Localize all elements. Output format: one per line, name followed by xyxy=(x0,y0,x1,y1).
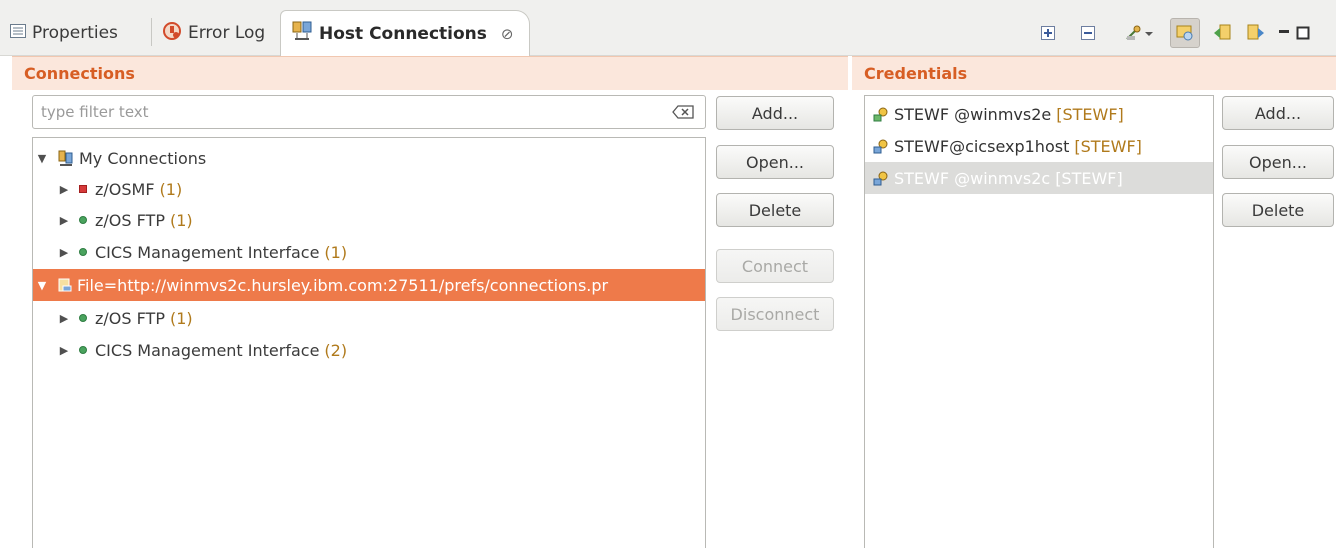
red-square-icon xyxy=(79,185,87,193)
close-icon[interactable]: ⊘ xyxy=(501,25,514,43)
credential-label: STEWF@cicsexp1host xyxy=(894,136,1070,156)
tree-node-label: File=http://winmvs2c.hursley.ibm.com:275… xyxy=(77,275,609,295)
credential-item-selected[interactable]: STEWF @winmvs2c [STEWF] xyxy=(865,162,1213,194)
tree-node-count: (1) xyxy=(159,179,183,199)
export-icon[interactable] xyxy=(1244,21,1268,45)
tree-node-label: CICS Management Interface xyxy=(95,340,320,360)
tree-node-count: (1) xyxy=(169,210,193,230)
tree-node-count: (1) xyxy=(169,308,193,328)
open-connection-button[interactable]: Open... xyxy=(716,145,834,179)
tab-error-log-label: Error Log xyxy=(188,23,266,43)
tree-node-zos-ftp[interactable]: ▶ z/OS FTP (1) xyxy=(33,204,705,236)
tree-node-cics-management-interface[interactable]: ▶ CICS Management Interface (2) xyxy=(33,334,705,366)
tree-node-count: (2) xyxy=(324,340,348,360)
import-icon[interactable] xyxy=(1210,21,1234,45)
expanded-arrow-icon[interactable]: ▼ xyxy=(35,279,49,292)
tree-node-label: z/OS FTP xyxy=(95,210,165,230)
connection-menu-icon[interactable] xyxy=(1122,21,1158,45)
tab-properties[interactable]: Properties xyxy=(0,10,150,56)
credential-item[interactable]: STEWF @winmvs2e [STEWF] xyxy=(865,98,1213,130)
tab-error-log[interactable]: Error Log xyxy=(152,10,280,56)
tree-node-zos-ftp[interactable]: ▶ z/OS FTP (1) xyxy=(33,302,705,334)
green-dot-icon xyxy=(79,248,87,256)
credential-tag: [STEWF] xyxy=(1074,136,1142,156)
filter-field[interactable] xyxy=(32,95,706,129)
file-connections-icon xyxy=(57,277,73,293)
tree-node-label: My Connections xyxy=(79,148,207,168)
credential-tag: [STEWF] xyxy=(1056,104,1124,124)
connect-button[interactable]: Connect xyxy=(716,249,834,283)
tree-node-label: z/OSMF xyxy=(95,179,155,199)
connections-section-header xyxy=(12,56,848,90)
view-tab-bar: Properties Error Log Host Connections ⊘ xyxy=(0,0,1336,56)
tree-node-cics-management-interface[interactable]: ▶ CICS Management Interface (1) xyxy=(33,236,705,268)
credential-key-icon xyxy=(871,169,891,187)
expand-all-icon[interactable] xyxy=(1036,21,1060,45)
credential-key-icon xyxy=(871,105,891,123)
add-connection-button[interactable]: Add... xyxy=(716,96,834,130)
tab-host-connections[interactable]: Host Connections ⊘ xyxy=(280,10,530,56)
credential-item[interactable]: STEWF@cicsexp1host [STEWF] xyxy=(865,130,1213,162)
properties-icon xyxy=(10,23,26,43)
tree-node-file-connections[interactable]: ▼ File=http://winmvs2c.hursley.ibm.com:2… xyxy=(33,269,705,301)
host-connections-icon xyxy=(291,20,313,47)
collapsed-arrow-icon[interactable]: ▶ xyxy=(57,183,71,196)
open-credential-button[interactable]: Open... xyxy=(1222,145,1334,179)
collapsed-arrow-icon[interactable]: ▶ xyxy=(57,214,71,227)
delete-connection-button[interactable]: Delete xyxy=(716,193,834,227)
credential-label: STEWF @winmvs2e xyxy=(894,104,1052,124)
disconnect-button[interactable]: Disconnect xyxy=(716,297,834,331)
tree-node-label: CICS Management Interface xyxy=(95,242,320,262)
tree-node-zosmf[interactable]: ▶ z/OSMF (1) xyxy=(33,173,705,205)
error-log-icon xyxy=(162,21,182,46)
credential-key-icon xyxy=(871,137,891,155)
green-dot-icon xyxy=(79,346,87,354)
credential-tag: [STEWF] xyxy=(1055,168,1123,188)
expanded-arrow-icon[interactable]: ▼ xyxy=(35,152,49,165)
collapsed-arrow-icon[interactable]: ▶ xyxy=(57,344,71,357)
filter-input[interactable] xyxy=(41,103,671,121)
minimize-icon[interactable] xyxy=(1278,21,1292,45)
view-toolbar xyxy=(1020,18,1310,48)
connections-folder-icon xyxy=(57,149,75,167)
credentials-title: Credentials xyxy=(864,64,968,83)
add-credential-button[interactable]: Add... xyxy=(1222,96,1334,130)
tree-node-label: z/OS FTP xyxy=(95,308,165,328)
connections-tree[interactable]: ▼ My Connections ▶ z/OSMF (1) ▶ z/OS FTP… xyxy=(32,137,706,548)
green-dot-icon xyxy=(79,216,87,224)
credentials-list[interactable]: STEWF @winmvs2e [STEWF] STEWF@cicsexp1ho… xyxy=(864,95,1214,548)
clear-filter-icon[interactable] xyxy=(671,103,695,121)
tab-properties-label: Properties xyxy=(32,23,118,43)
connections-title: Connections xyxy=(24,64,135,83)
maximize-icon[interactable] xyxy=(1296,21,1310,45)
tree-node-my-connections[interactable]: ▼ My Connections xyxy=(33,142,705,174)
link-icon[interactable] xyxy=(1170,18,1200,48)
tab-host-connections-label: Host Connections xyxy=(319,23,487,44)
collapsed-arrow-icon[interactable]: ▶ xyxy=(57,312,71,325)
collapse-all-icon[interactable] xyxy=(1076,21,1100,45)
green-dot-icon xyxy=(79,314,87,322)
credential-label: STEWF @winmvs2c xyxy=(894,168,1051,188)
tree-node-count: (1) xyxy=(324,242,348,262)
delete-credential-button[interactable]: Delete xyxy=(1222,193,1334,227)
collapsed-arrow-icon[interactable]: ▶ xyxy=(57,246,71,259)
